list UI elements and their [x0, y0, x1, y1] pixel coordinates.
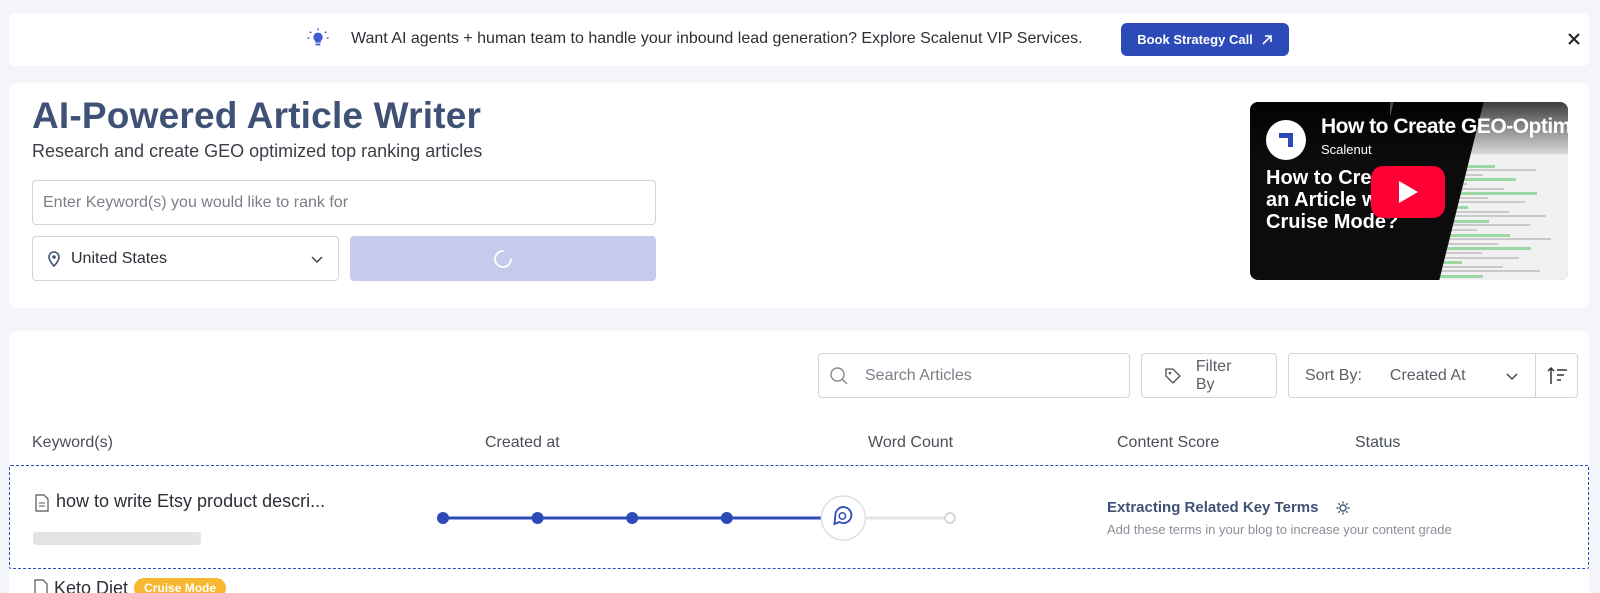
chevron-down-icon — [1506, 372, 1518, 380]
lightbulb-icon — [307, 28, 329, 46]
scalenut-logo-icon — [1266, 120, 1306, 160]
sort-direction-button[interactable] — [1535, 353, 1578, 398]
progress-step-active — [820, 495, 867, 541]
search-articles[interactable] — [818, 353, 1130, 398]
country-select[interactable]: United States — [32, 236, 339, 281]
status-title: Extracting Related Key Terms — [1107, 499, 1319, 516]
column-header-created-at: Created at — [485, 434, 560, 451]
announcement-banner: Want AI agents + human team to handle yo… — [9, 13, 1589, 66]
sort-descending-icon — [1546, 366, 1567, 384]
video-overlay-text: an Article w — [1266, 189, 1378, 211]
country-select-value: United States — [71, 249, 168, 267]
loading-spinner-icon — [494, 249, 512, 268]
page-subtitle: Research and create GEO optimized top ra… — [32, 141, 483, 161]
external-arrow-icon — [1262, 34, 1272, 45]
table-row[interactable]: Keto Diet Cruise Mode — [34, 578, 227, 593]
book-strategy-call-label: Book Strategy Call — [1137, 32, 1253, 47]
generate-button[interactable] — [350, 236, 656, 281]
sort-by-select[interactable]: Sort By: Created At — [1288, 353, 1536, 398]
video-channel: Scalenut — [1321, 142, 1372, 157]
progress-step-done — [626, 512, 639, 524]
tag-icon — [1165, 367, 1181, 384]
search-input[interactable] — [865, 366, 1105, 385]
document-icon — [34, 579, 48, 593]
article-keyword[interactable]: Keto Diet — [54, 578, 128, 593]
search-icon — [830, 366, 848, 384]
sort-by-label: Sort By: — [1305, 366, 1362, 384]
play-button-icon[interactable] — [1371, 166, 1445, 218]
table-row[interactable]: how to write Etsy product descri... Extr… — [9, 465, 1589, 569]
column-header-content-score: Content Score — [1117, 434, 1220, 451]
cruise-mode-badge: Cruise Mode — [134, 578, 227, 593]
progress-step-done — [720, 512, 733, 524]
loading-skeleton — [33, 532, 201, 545]
page-title: AI-Powered Article Writer — [32, 95, 482, 136]
banner-message: Want AI agents + human team to handle yo… — [351, 30, 1083, 47]
status-subtitle: Add these terms in your blog to increase… — [1107, 522, 1452, 537]
filter-by-button[interactable]: Filter By — [1141, 353, 1277, 398]
generation-progress — [437, 495, 956, 541]
document-icon — [35, 494, 49, 512]
gear-icon — [1336, 501, 1350, 515]
book-strategy-call-button[interactable]: Book Strategy Call — [1121, 23, 1289, 56]
video-title: How to Create GEO-Optim — [1321, 115, 1568, 138]
keyword-input[interactable] — [32, 180, 656, 225]
progress-step-done — [437, 512, 449, 524]
column-header-keyword: Keyword(s) — [32, 434, 113, 451]
location-pin-icon — [48, 250, 60, 267]
article-keyword[interactable]: how to write Etsy product descri... — [56, 491, 325, 512]
tutorial-video-thumbnail[interactable]: How to Create GEO-Optim Scalenut How to … — [1250, 102, 1568, 280]
video-overlay-text: How to Crea — [1266, 167, 1383, 189]
progress-step-pending — [944, 512, 956, 524]
column-header-word-count: Word Count — [868, 434, 954, 451]
column-header-status: Status — [1355, 434, 1401, 451]
progress-step-done — [531, 512, 544, 524]
filter-by-label: Filter By — [1195, 357, 1232, 393]
chevron-down-icon — [311, 255, 323, 263]
articles-panel: Filter By Sort By: Created At Keyword(s)… — [9, 331, 1589, 593]
sort-by-value: Created At — [1389, 366, 1466, 384]
close-icon[interactable] — [1563, 28, 1585, 50]
